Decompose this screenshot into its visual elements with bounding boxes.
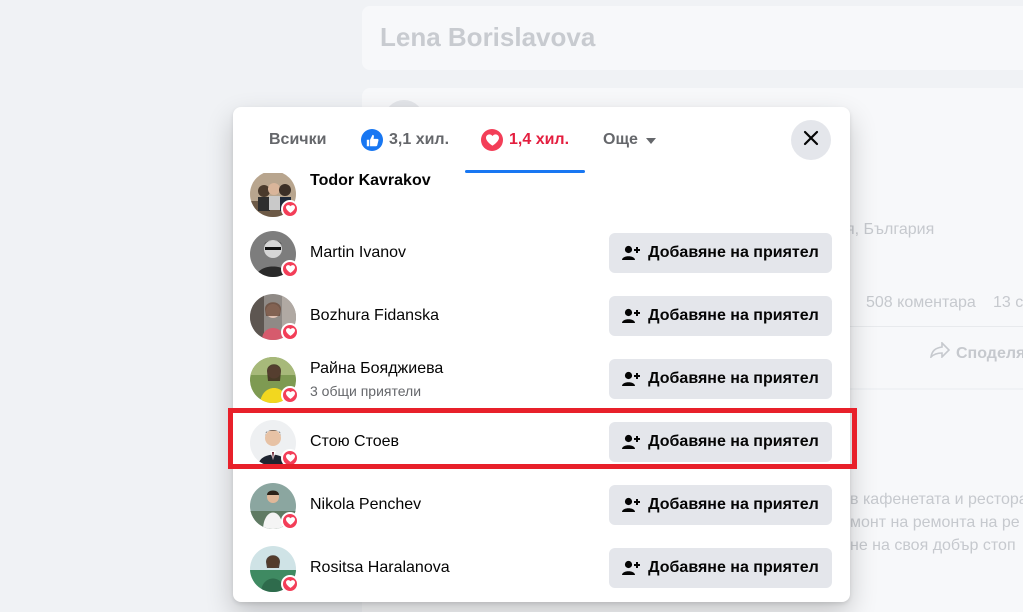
like-icon (361, 129, 383, 151)
share-icon (929, 341, 951, 363)
love-badge-icon (281, 200, 299, 218)
post-text-line-2: монт на ремонта на ре (850, 514, 1020, 531)
post-text-line-1: в кафенетата и рестора (850, 491, 1023, 508)
post-divider (850, 326, 1023, 327)
add-friend-label: Добавяне на приятел (648, 244, 819, 261)
list-item[interactable]: Стою Стоев Добавяне на приятел (233, 412, 850, 475)
tab-more-label: Още (603, 131, 638, 148)
add-friend-button[interactable]: Добавяне на приятел (609, 485, 832, 525)
comments-count[interactable]: 508 коментара (866, 294, 976, 312)
share-label: Споделя (956, 345, 1023, 362)
tab-all[interactable]: Всички (269, 107, 326, 173)
list-item[interactable]: Райна Бояджиева 3 общи приятели Добавяне… (233, 349, 850, 412)
add-friend-icon (622, 371, 641, 387)
reaction-tabs: Всички 3,1 хил. 1,4 хил. Още (233, 107, 850, 173)
add-friend-icon (622, 434, 641, 450)
add-friend-button[interactable]: Добавяне на приятел (609, 422, 832, 462)
add-friend-button[interactable]: Добавяне на приятел (609, 548, 832, 588)
love-badge-icon (281, 386, 299, 404)
list-item[interactable]: Martin Ivanov Добавяне на приятел (233, 223, 850, 286)
add-friend-button[interactable]: Добавяне на приятел (609, 233, 832, 273)
reactors-list[interactable]: Todor Kavrakov Martin Ivanov Добавяне на… (233, 173, 850, 602)
person-name[interactable]: Martin Ivanov (310, 244, 406, 262)
tab-love-count: 1,4 хил. (509, 131, 570, 148)
add-friend-label: Добавяне на приятел (648, 433, 819, 450)
person-name[interactable]: Стою Стоев (310, 433, 399, 451)
love-badge-icon (281, 323, 299, 341)
add-friend-label: Добавяне на приятел (648, 307, 819, 324)
add-friend-label: Добавяне на приятел (648, 370, 819, 387)
list-item[interactable]: Bozhura Fidanska Добавяне на приятел (233, 286, 850, 349)
love-icon (481, 129, 503, 151)
add-friend-button[interactable]: Добавяне на приятел (609, 359, 832, 399)
reactions-dialog: Всички 3,1 хил. 1,4 хил. Още Todor Kavra… (233, 107, 850, 602)
person-name[interactable]: Todor Kavrakov (310, 173, 431, 190)
close-icon (803, 130, 819, 151)
love-badge-icon (281, 449, 299, 467)
close-button[interactable] (791, 120, 831, 160)
person-name[interactable]: Райна Бояджиева (310, 360, 443, 378)
list-item[interactable]: Nikola Penchev Добавяне на приятел (233, 475, 850, 538)
share-button[interactable]: Споделя (929, 341, 1023, 363)
profile-name: Lena Borislavova (380, 22, 596, 52)
list-item[interactable]: Todor Kavrakov (233, 173, 850, 226)
tab-love[interactable]: 1,4 хил. (465, 107, 585, 173)
shares-count[interactable]: 13 с (993, 294, 1023, 312)
add-friend-icon (622, 560, 641, 576)
add-friend-label: Добавяне на приятел (648, 496, 819, 513)
person-name[interactable]: Nikola Penchev (310, 496, 421, 514)
post-text-line-3: не на своя добър стоп (850, 537, 1016, 554)
tab-more[interactable]: Още (603, 107, 656, 173)
person-name[interactable]: Rositsa Haralanova (310, 559, 450, 577)
add-friend-icon (622, 497, 641, 513)
caret-down-icon (645, 131, 656, 149)
post-location: я, България (846, 221, 935, 238)
love-badge-icon (281, 575, 299, 593)
list-item[interactable]: Rositsa Haralanova Добавяне на приятел (233, 538, 850, 601)
add-friend-button[interactable]: Добавяне на приятел (609, 296, 832, 336)
love-badge-icon (281, 260, 299, 278)
love-badge-icon (281, 512, 299, 530)
tab-like-count: 3,1 хил. (389, 131, 450, 148)
add-friend-icon (622, 308, 641, 324)
mutual-friends[interactable]: 3 общи приятели (310, 383, 421, 399)
tab-like[interactable]: 3,1 хил. (361, 107, 449, 173)
person-name[interactable]: Bozhura Fidanska (310, 307, 439, 325)
add-friend-label: Добавяне на приятел (648, 559, 819, 576)
tab-all-label: Всички (269, 131, 327, 148)
add-friend-icon (622, 245, 641, 261)
